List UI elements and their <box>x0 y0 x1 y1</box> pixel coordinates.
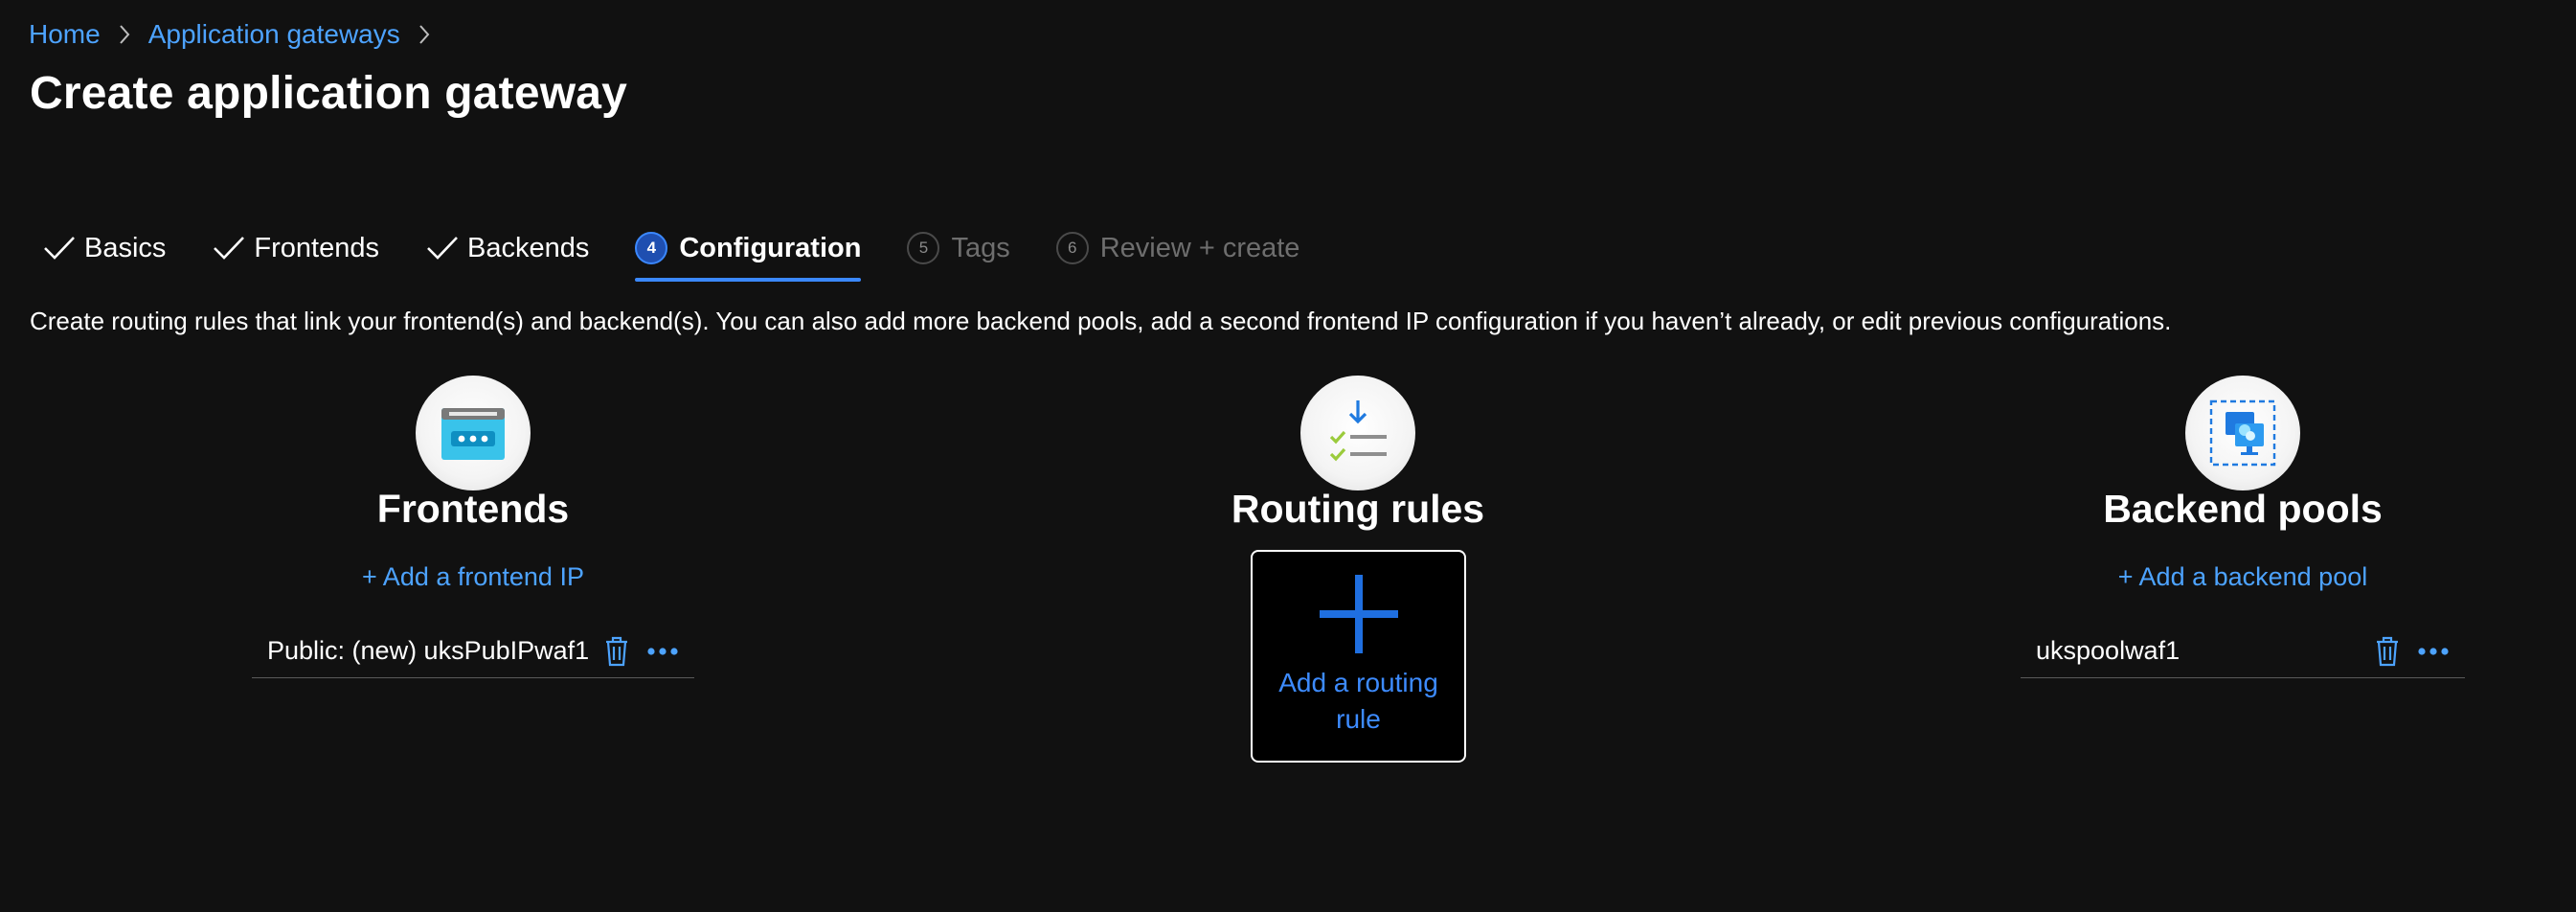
chevron-right-icon <box>118 24 131 45</box>
add-routing-rule-label: Add a routing rule <box>1278 668 1438 734</box>
tab-label: Review + create <box>1099 232 1300 263</box>
more-options-icon[interactable] <box>2417 647 2450 656</box>
trash-icon[interactable] <box>2375 636 2400 667</box>
checkmark-icon <box>212 234 246 262</box>
breadcrumb-home-link[interactable]: Home <box>29 19 101 50</box>
backend-pool-list-row[interactable]: ukspoolwaf1 <box>2021 625 2465 678</box>
add-frontend-ip-link[interactable]: + Add a frontend IP <box>329 562 617 592</box>
page-title: Create application gateway <box>30 68 628 119</box>
step-number-badge: 4 <box>635 232 668 264</box>
step-number-badge: 6 <box>1055 232 1089 264</box>
tab-frontends[interactable]: Frontends <box>212 226 379 270</box>
tab-label: Frontends <box>254 232 379 263</box>
tab-label: Configuration <box>679 232 862 263</box>
row-actions <box>2375 636 2450 667</box>
chevron-right-icon <box>418 24 431 45</box>
add-backend-pool-link[interactable]: + Add a backend pool <box>2099 562 2386 592</box>
frontend-ip-name: Public: (new) uksPubIPwaf1 <box>267 636 590 665</box>
frontend-window-icon <box>416 376 531 490</box>
frontends-title: Frontends <box>376 487 570 531</box>
tab-label: Basics <box>84 232 167 263</box>
frontend-list-row[interactable]: Public: (new) uksPubIPwaf1 <box>252 625 694 678</box>
backend-pools-title: Backend pools <box>2103 487 2383 531</box>
tab-configuration[interactable]: 4 Configuration <box>635 226 862 282</box>
tab-basics[interactable]: Basics <box>42 226 166 270</box>
checkmark-icon <box>42 234 77 262</box>
tab-label: Tags <box>951 232 1010 263</box>
routing-checklist-icon <box>1300 376 1415 490</box>
tab-tags[interactable]: 5 Tags <box>907 226 1010 270</box>
row-actions <box>604 636 679 667</box>
backend-pool-name: ukspoolwaf1 <box>2036 636 2181 665</box>
routing-rules-title: Routing rules <box>1231 487 1485 531</box>
tab-backends[interactable]: Backends <box>425 226 589 270</box>
step-number-badge: 5 <box>907 232 940 264</box>
breadcrumb: Home Application gateways <box>29 17 448 52</box>
breadcrumb-app-gateways-link[interactable]: Application gateways <box>148 19 400 50</box>
checkmark-icon <box>425 234 460 262</box>
add-routing-rule-button[interactable]: Add a routing rule <box>1251 550 1466 763</box>
wizard-tabs: Basics Frontends Backends 4 Configuratio… <box>42 226 1345 284</box>
trash-icon[interactable] <box>604 636 629 667</box>
backend-pool-icon <box>2185 376 2300 490</box>
tab-review-create[interactable]: 6 Review + create <box>1055 226 1300 270</box>
more-options-icon[interactable] <box>646 647 679 656</box>
plus-icon <box>1319 575 1398 653</box>
tab-label: Backends <box>467 232 590 263</box>
page-description: Create routing rules that link your fron… <box>30 307 2172 335</box>
